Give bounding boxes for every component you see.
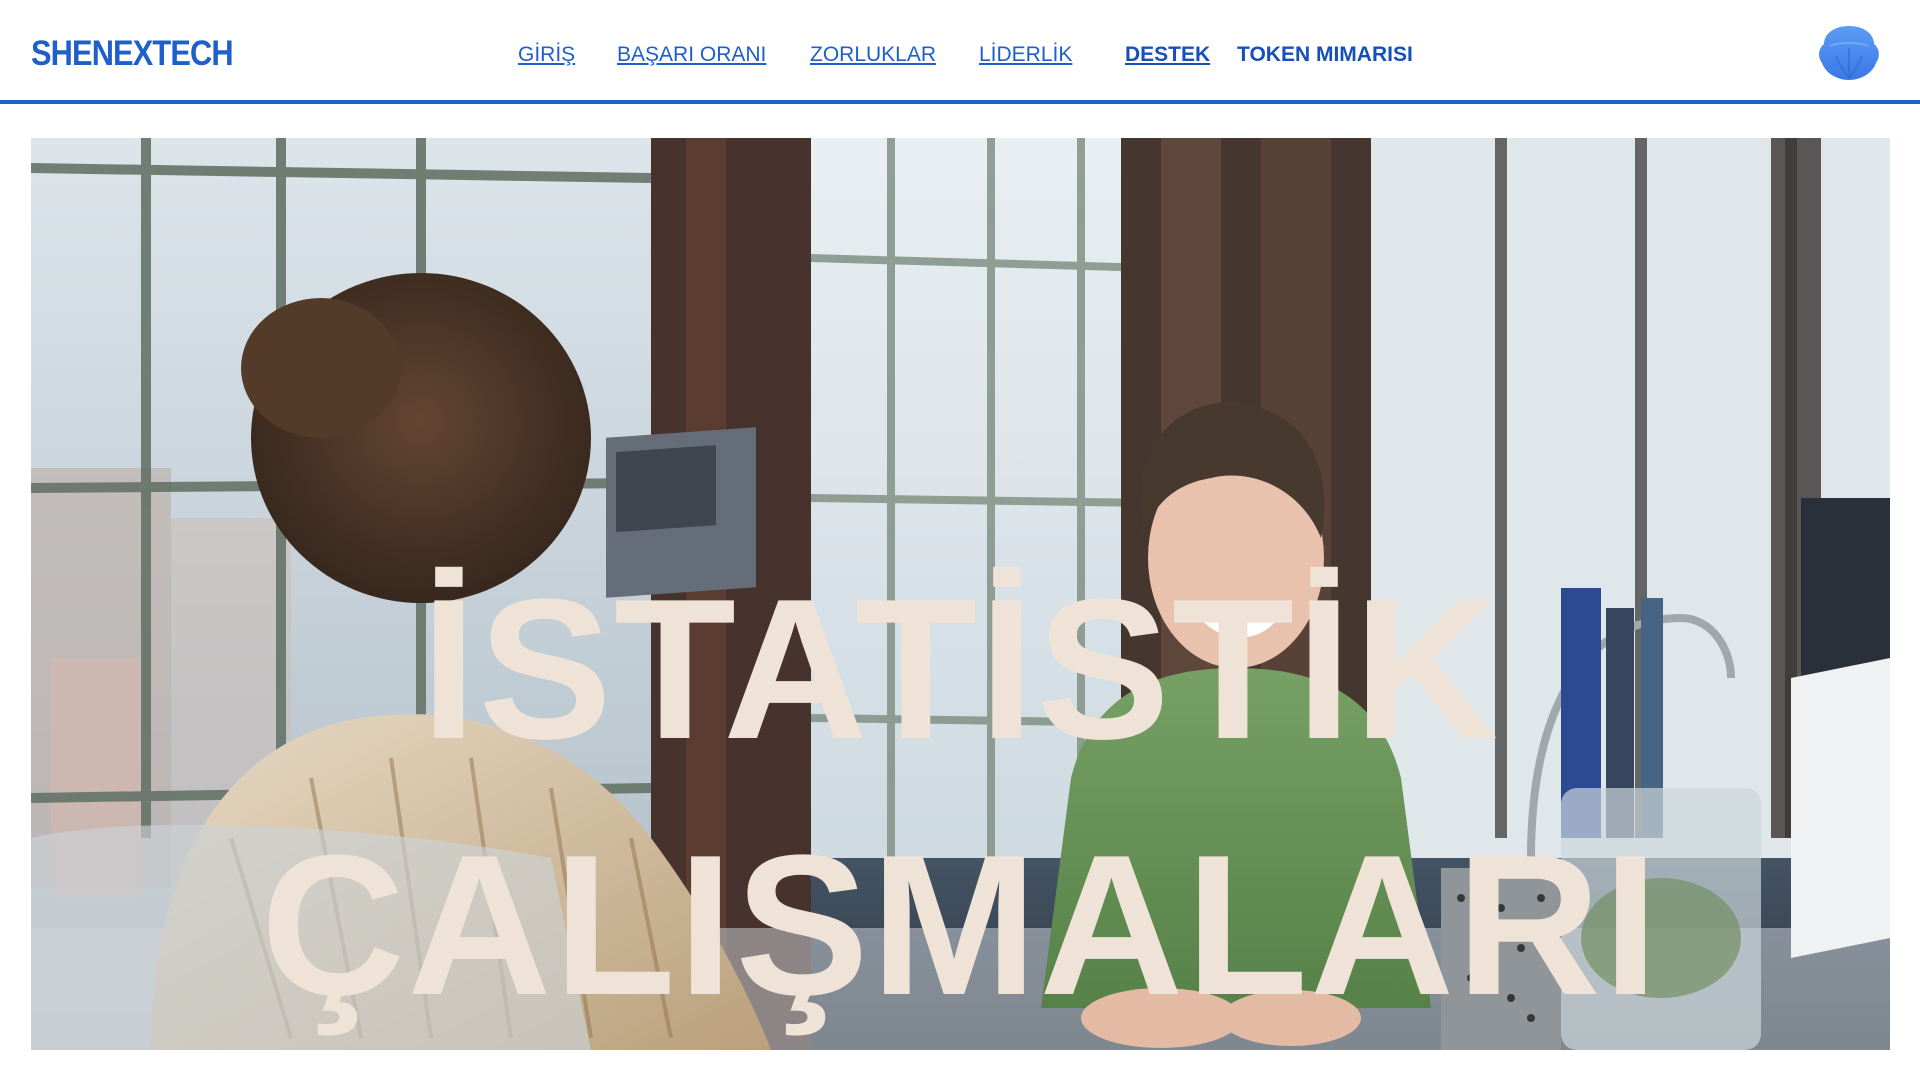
hero-title-line-2: ÇALIŞMALARI bbox=[260, 814, 1661, 1037]
hero-banner: İSTATİSTİK ÇALIŞMALARI bbox=[31, 138, 1890, 1050]
nav-link-token-mimarisi[interactable]: TOKEN MIMARISI bbox=[1237, 43, 1413, 67]
hero-title: İSTATİSTİK ÇALIŞMALARI bbox=[31, 138, 1890, 1050]
main-nav: GİRİŞ BAŞARI ORANI ZORLUKLAR LİDERLİK DE… bbox=[0, 0, 1920, 104]
nav-link-basari-orani[interactable]: BAŞARI ORANI bbox=[617, 43, 766, 67]
hero-title-line-1: İSTATİSTİK bbox=[420, 558, 1501, 781]
nav-link-giris[interactable]: GİRİŞ bbox=[518, 43, 575, 67]
top-navbar: SHENEXTECH GİRİŞ BAŞARI ORANI ZORLUKLAR … bbox=[0, 0, 1920, 104]
nav-link-destek[interactable]: DESTEK bbox=[1125, 43, 1210, 67]
nav-link-zorluklar[interactable]: ZORLUKLAR bbox=[810, 43, 936, 67]
nav-link-liderlik[interactable]: LİDERLİK bbox=[979, 43, 1072, 67]
shell-icon[interactable] bbox=[1816, 22, 1882, 84]
